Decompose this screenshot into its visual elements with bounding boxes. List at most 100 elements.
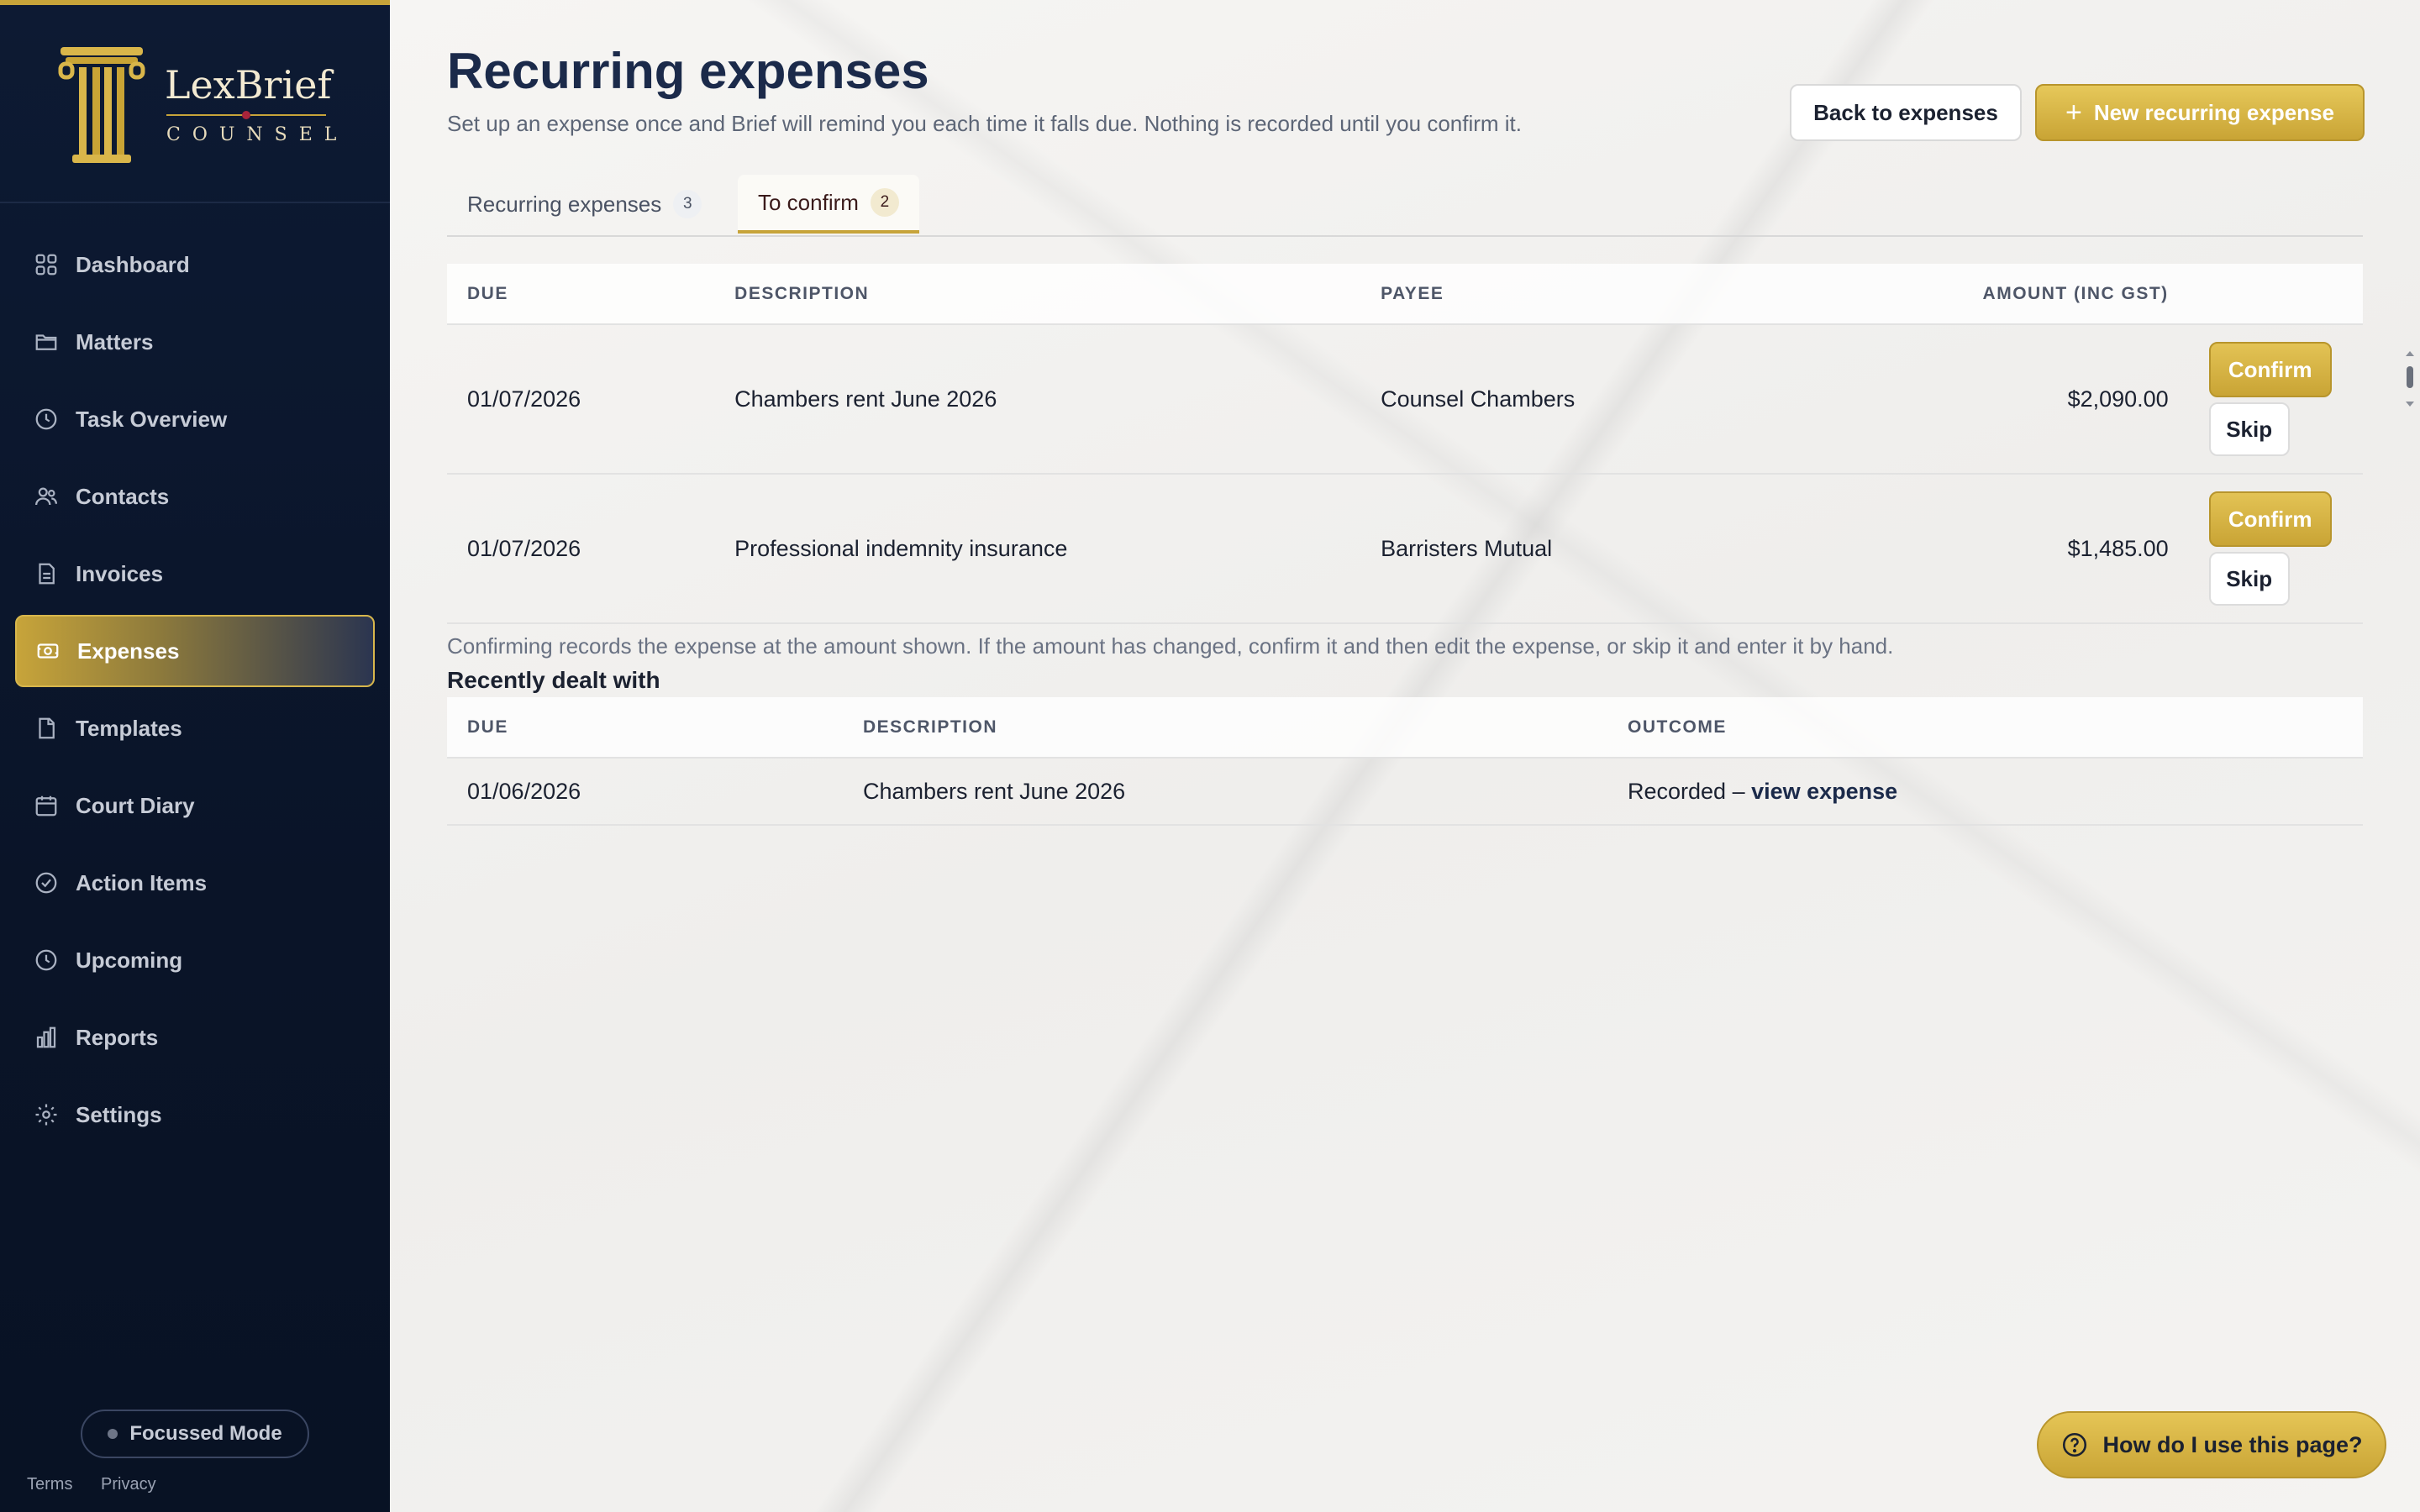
main-content: Recurring expenses Set up an expense onc… bbox=[390, 0, 2420, 1512]
sidebar-item-label: Settings bbox=[76, 1101, 162, 1127]
sidebar-item-upcoming[interactable]: Upcoming bbox=[15, 924, 375, 996]
cell-outcome: Recorded – view expense bbox=[1607, 757, 2363, 826]
column-header-description: DESCRIPTION bbox=[843, 697, 1607, 758]
confirm-button[interactable]: Confirm bbox=[2208, 342, 2332, 397]
pillar-logo-icon bbox=[58, 47, 145, 163]
tab-label: Recurring expenses bbox=[467, 191, 662, 217]
privacy-link[interactable]: Privacy bbox=[101, 1475, 156, 1494]
column-header-due: DUE bbox=[447, 264, 715, 324]
table-header-row: DUE DESCRIPTION OUTCOME bbox=[447, 697, 2363, 758]
cell-actions: Confirm Skip bbox=[2188, 473, 2363, 624]
column-header-description: DESCRIPTION bbox=[714, 264, 1361, 324]
cell-description: Professional indemnity insurance bbox=[714, 473, 1361, 624]
focus-mode-label: Focussed Mode bbox=[129, 1422, 282, 1445]
new-recurring-expense-label: New recurring expense bbox=[2093, 99, 2334, 125]
sidebar-item-label: Upcoming bbox=[76, 947, 183, 973]
sidebar-nav: Dashboard Matters Task Overview Contacts… bbox=[0, 228, 390, 1156]
view-expense-link[interactable]: view expense bbox=[1751, 779, 1897, 804]
gear-icon bbox=[35, 1104, 57, 1126]
sidebar-item-court-diary[interactable]: Court Diary bbox=[15, 769, 375, 842]
cell-payee: Barristers Mutual bbox=[1360, 473, 1727, 624]
sidebar-item-action-items[interactable]: Action Items bbox=[15, 847, 375, 919]
cell-amount: $2,090.00 bbox=[1726, 323, 2189, 474]
column-header-due: DUE bbox=[447, 697, 843, 758]
sidebar-item-label: Court Diary bbox=[76, 792, 195, 818]
cell-description: Chambers rent June 2026 bbox=[843, 757, 1607, 826]
recently-dealt-table: DUE DESCRIPTION OUTCOME 01/06/2026 Chamb… bbox=[447, 697, 2363, 826]
sidebar-item-label: Task Overview bbox=[76, 406, 228, 432]
users-icon bbox=[35, 487, 57, 506]
cell-due: 01/06/2026 bbox=[447, 757, 843, 826]
column-header-outcome: OUTCOME bbox=[1607, 697, 2363, 758]
brand-name: LexBrief bbox=[165, 62, 332, 108]
sidebar-item-templates[interactable]: Templates bbox=[15, 692, 375, 764]
sidebar-item-contacts[interactable]: Contacts bbox=[15, 460, 375, 533]
back-to-expenses-button[interactable]: Back to expenses bbox=[1790, 84, 2022, 141]
sidebar-item-reports[interactable]: Reports bbox=[15, 1001, 375, 1074]
sidebar-item-label: Action Items bbox=[76, 869, 208, 895]
table-row: 01/07/2026 Chambers rent June 2026 Couns… bbox=[447, 323, 2363, 474]
footer-links: Terms Privacy bbox=[27, 1475, 180, 1494]
cell-amount: $1,485.00 bbox=[1726, 473, 2189, 624]
sidebar-item-label: Invoices bbox=[76, 560, 164, 586]
sidebar-item-settings[interactable]: Settings bbox=[15, 1079, 375, 1151]
sidebar-item-label: Expenses bbox=[77, 638, 180, 664]
tab-count-badge: 2 bbox=[870, 188, 899, 217]
sidebar: LexBrief COUNSEL Dashboard Matters Task … bbox=[0, 0, 390, 1512]
sidebar-item-expenses[interactable]: Expenses bbox=[15, 615, 375, 687]
file-icon bbox=[39, 717, 55, 739]
cell-payee: Counsel Chambers bbox=[1360, 323, 1727, 474]
tab-recurring-expenses[interactable]: Recurring expenses 3 bbox=[447, 175, 722, 234]
sidebar-item-matters[interactable]: Matters bbox=[15, 306, 375, 378]
focus-mode-toggle[interactable]: Focussed Mode bbox=[81, 1410, 309, 1458]
sidebar-item-label: Matters bbox=[76, 328, 154, 354]
sidebar-item-label: Contacts bbox=[76, 483, 170, 509]
column-header-amount: AMOUNT (INC GST) bbox=[1726, 264, 2189, 324]
clock-icon bbox=[35, 408, 57, 430]
table-header-row: DUE DESCRIPTION PAYEE AMOUNT (INC GST) bbox=[447, 264, 2363, 324]
confirm-button[interactable]: Confirm bbox=[2208, 491, 2332, 547]
skip-button[interactable]: Skip bbox=[2208, 552, 2290, 606]
table-row: 01/06/2026 Chambers rent June 2026 Recor… bbox=[447, 757, 2363, 826]
column-header-payee: PAYEE bbox=[1360, 264, 1727, 324]
sidebar-item-label: Reports bbox=[76, 1024, 159, 1050]
table-row: 01/07/2026 Professional indemnity insura… bbox=[447, 473, 2363, 624]
page-title: Recurring expenses bbox=[447, 43, 929, 99]
brand: LexBrief COUNSEL bbox=[0, 5, 390, 203]
skip-button[interactable]: Skip bbox=[2208, 402, 2290, 456]
sidebar-item-label: Templates bbox=[76, 715, 182, 741]
page-subtitle: Set up an expense once and Brief will re… bbox=[447, 111, 1523, 136]
calendar-icon bbox=[35, 795, 57, 816]
recently-dealt-title: Recently dealt with bbox=[447, 667, 660, 693]
to-confirm-table: DUE DESCRIPTION PAYEE AMOUNT (INC GST) 0… bbox=[447, 264, 2363, 624]
tab-label: To confirm bbox=[758, 189, 859, 215]
question-circle-icon bbox=[2063, 1432, 2087, 1457]
new-recurring-expense-button[interactable]: + New recurring expense bbox=[2035, 84, 2365, 141]
cell-actions: Confirm Skip bbox=[2188, 323, 2363, 474]
cell-due: 01/07/2026 bbox=[447, 323, 715, 474]
help-label: How do I use this page? bbox=[2102, 1431, 2363, 1457]
sidebar-item-task-overview[interactable]: Task Overview bbox=[15, 383, 375, 455]
brand-subtitle: COUNSEL bbox=[166, 124, 349, 145]
tab-bar: Recurring expenses 3 To confirm 2 bbox=[447, 173, 2414, 407]
sidebar-item-label: Dashboard bbox=[76, 251, 190, 277]
check-circle-icon bbox=[35, 872, 57, 894]
confirm-note: Confirming records the expense at the am… bbox=[447, 633, 1894, 659]
outcome-text: Recorded – bbox=[1628, 778, 1752, 804]
plus-icon: + bbox=[2065, 96, 2082, 129]
brand-dot bbox=[242, 111, 250, 119]
clock-icon bbox=[35, 949, 57, 971]
tab-to-confirm[interactable]: To confirm 2 bbox=[738, 175, 919, 234]
bar-chart-icon bbox=[36, 1026, 56, 1048]
tab-count-badge: 3 bbox=[673, 190, 702, 218]
terms-link[interactable]: Terms bbox=[27, 1475, 72, 1494]
sidebar-item-invoices[interactable]: Invoices bbox=[15, 538, 375, 610]
cell-due: 01/07/2026 bbox=[447, 473, 715, 624]
help-button[interactable]: How do I use this page? bbox=[2037, 1411, 2386, 1478]
invoice-icon bbox=[39, 563, 55, 585]
tab-scroll-indicator-icon[interactable] bbox=[2403, 349, 2417, 408]
sidebar-item-dashboard[interactable]: Dashboard bbox=[15, 228, 375, 301]
column-header-actions bbox=[2188, 264, 2363, 324]
cash-icon bbox=[37, 643, 59, 659]
grid-icon bbox=[35, 254, 57, 276]
